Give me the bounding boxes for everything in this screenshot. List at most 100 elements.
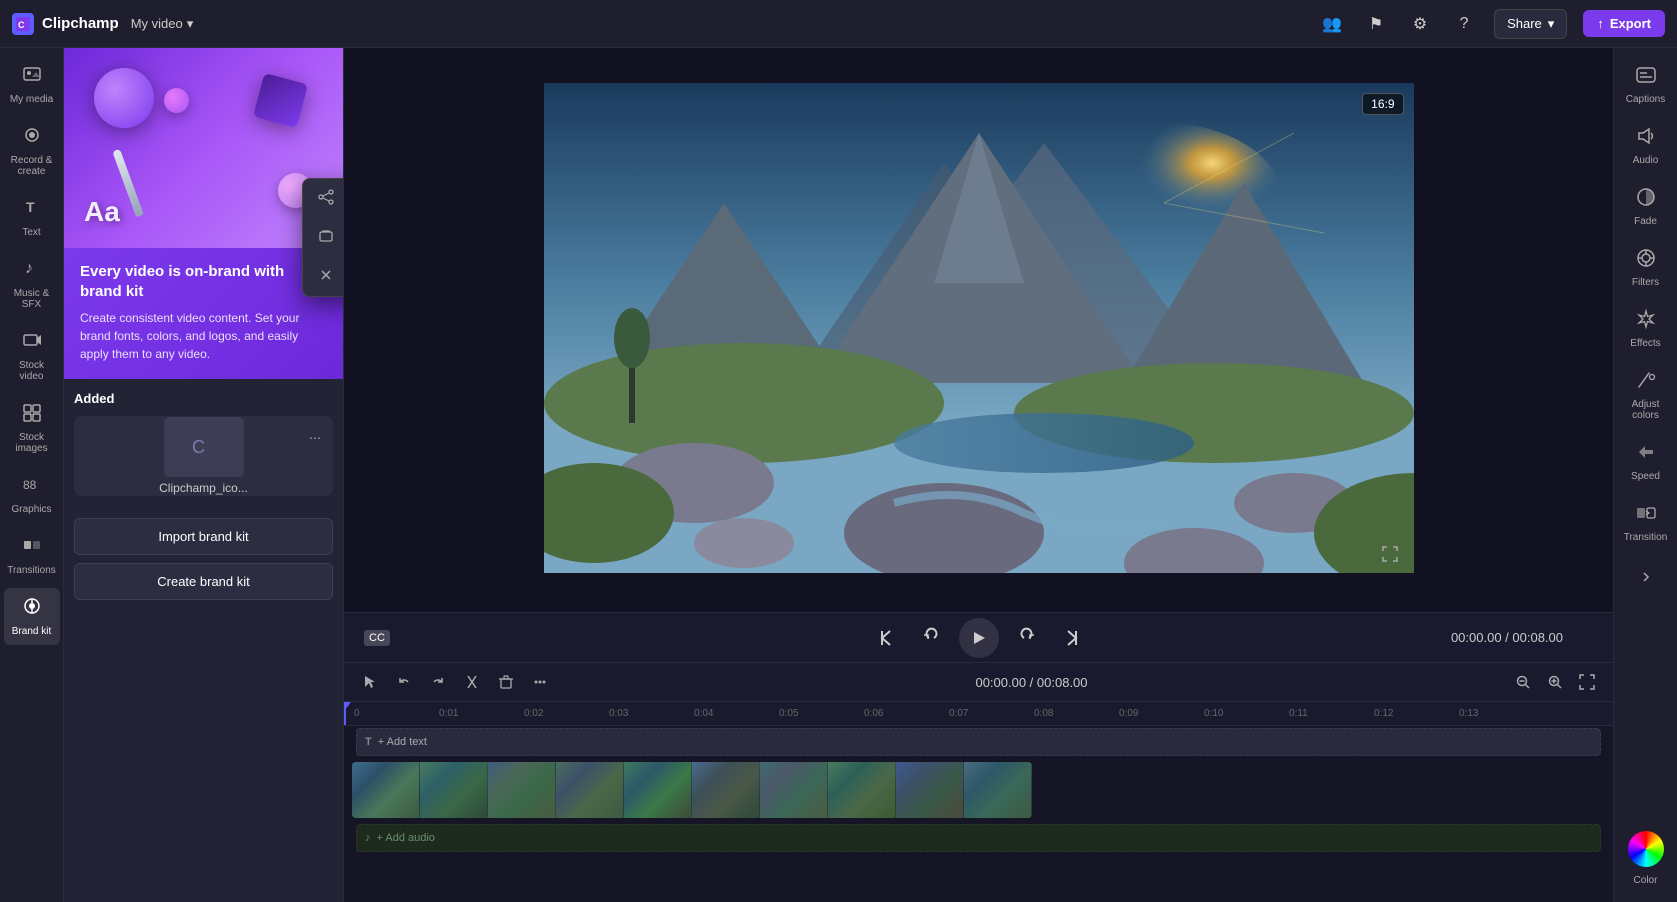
right-panel: Captions Audio Fade Filters Effects: [1613, 48, 1677, 902]
video-frame-svg: [544, 83, 1414, 573]
item-menu-button[interactable]: ...: [303, 422, 327, 446]
timeline-ruler: 0 0:01 0:02 0:03 0:04 0:05 0:06 0:07 0:0…: [344, 702, 1613, 726]
tool-undo[interactable]: [390, 668, 418, 696]
export-button[interactable]: ↑ Export: [1583, 10, 1665, 37]
center-area: 16:9 CC: [344, 48, 1613, 902]
video-thumbnail-strip: [352, 762, 1032, 818]
ruler-mark-1: 0:01: [437, 708, 522, 719]
fullscreen-button[interactable]: [1376, 540, 1404, 568]
right-tool-captions[interactable]: Captions: [1618, 56, 1674, 113]
sidebar-item-transitions[interactable]: Transitions: [4, 527, 60, 584]
people-icon-btn[interactable]: 👥: [1318, 10, 1346, 38]
cc-button[interactable]: CC: [364, 630, 390, 646]
collapse-right-panel[interactable]: [1618, 563, 1674, 591]
skip-back-button[interactable]: [871, 622, 903, 654]
sidebar-item-stock-images[interactable]: Stock images: [4, 394, 60, 462]
text-track: T + Add text: [344, 726, 1613, 758]
captions-icon: [1635, 64, 1657, 91]
promo-title: Every video is on-brand with brand kit: [80, 262, 327, 301]
tool-delete[interactable]: [492, 668, 520, 696]
add-audio-track[interactable]: ♪ + Add audio: [356, 824, 1601, 852]
right-tool-filters[interactable]: Filters: [1618, 239, 1674, 296]
tool-redo[interactable]: [424, 668, 452, 696]
context-menu-open[interactable]: Open locally: [303, 218, 344, 257]
right-tool-adjust-colors[interactable]: Adjust colors: [1618, 361, 1674, 429]
sidebar-label-stock-video: Stock video: [8, 360, 56, 382]
promo-tiny-sphere: [164, 88, 189, 113]
add-text-track[interactable]: T + Add text: [356, 728, 1601, 756]
video-thumb-8: [828, 762, 896, 818]
sidebar-item-graphics[interactable]: 88 Graphics: [4, 466, 60, 523]
audio-icon: [1635, 125, 1657, 152]
right-tool-effects[interactable]: Effects: [1618, 300, 1674, 357]
zoom-in-button[interactable]: [1541, 668, 1569, 696]
ruler-mark-6: 0:06: [862, 708, 947, 719]
context-menu-share[interactable]: Share: [303, 179, 344, 218]
project-title[interactable]: My video ▾: [131, 16, 194, 32]
settings-icon-btn[interactable]: ⚙: [1406, 10, 1434, 38]
right-tool-transition[interactable]: Transition: [1618, 494, 1674, 551]
video-thumb-7: [760, 762, 828, 818]
ruler-mark-0: 0: [352, 708, 437, 719]
panel-actions: Import brand kit Create brand kit: [64, 508, 343, 610]
color-wheel-button[interactable]: [1628, 831, 1664, 867]
timeline-area[interactable]: 0 0:01 0:02 0:03 0:04 0:05 0:06 0:07 0:0…: [344, 702, 1613, 902]
share-button[interactable]: Share ▾: [1494, 9, 1567, 39]
forward-button[interactable]: [1011, 622, 1043, 654]
right-tool-fade[interactable]: Fade: [1618, 178, 1674, 235]
topbar: C Clipchamp My video ▾ 👥 ⚑ ⚙ ? Share ▾ ↑…: [0, 0, 1677, 48]
effects-icon: [1635, 308, 1657, 335]
skip-forward-button[interactable]: [1055, 622, 1087, 654]
fit-timeline-button[interactable]: [1573, 668, 1601, 696]
text-track-icon: T: [365, 736, 372, 748]
topbar-right: 👥 ⚑ ⚙ ? Share ▾ ↑ Export: [1318, 9, 1665, 39]
added-item[interactable]: C Clipchamp_ico... ...: [74, 416, 333, 496]
timeline-time-display: 00:00.00 / 00:08.00: [560, 675, 1503, 690]
right-tool-speed[interactable]: Speed: [1618, 433, 1674, 490]
rewind-button[interactable]: [915, 622, 947, 654]
video-thumb-2: [420, 762, 488, 818]
sidebar-item-music-sfx[interactable]: ♪ Music & SFX: [4, 250, 60, 318]
play-button[interactable]: [959, 618, 999, 658]
speed-label: Speed: [1631, 471, 1660, 482]
adjust-colors-icon: [1635, 369, 1657, 396]
tool-select[interactable]: [356, 668, 384, 696]
zoom-out-button[interactable]: [1509, 668, 1537, 696]
context-menu-remove[interactable]: Remove from project: [303, 257, 344, 296]
tool-more[interactable]: [526, 668, 554, 696]
audio-track-label: + Add audio: [377, 832, 435, 844]
music-icon: ♪: [22, 258, 42, 283]
ruler-mark-11: 0:11: [1287, 708, 1372, 719]
captions-label: Captions: [1626, 94, 1665, 105]
video-thumb-1: [352, 762, 420, 818]
import-brand-kit-button[interactable]: Import brand kit: [74, 518, 333, 555]
ruler-mark-2: 0:02: [522, 708, 607, 719]
transition-icon: [1635, 502, 1657, 529]
video-preview: 16:9: [544, 83, 1414, 578]
sidebar-item-text[interactable]: T Text: [4, 189, 60, 246]
sidebar-item-record-create[interactable]: Record & create: [4, 117, 60, 185]
sidebar-label-music: Music & SFX: [8, 288, 56, 310]
added-label: Added: [74, 391, 333, 406]
sidebar-item-my-media[interactable]: My media: [4, 56, 60, 113]
video-thumb-5: [624, 762, 692, 818]
video-preview-container: 16:9: [344, 48, 1613, 612]
open-menu-icon: [317, 228, 335, 247]
app-icon: C: [12, 13, 34, 35]
ruler-mark-5: 0:05: [777, 708, 862, 719]
help-icon-btn[interactable]: ?: [1450, 10, 1478, 38]
sidebar-label-stock-images: Stock images: [8, 432, 56, 454]
fade-icon: [1635, 186, 1657, 213]
ruler-mark-8: 0:08: [1032, 708, 1117, 719]
sidebar-item-stock-video[interactable]: Stock video: [4, 322, 60, 390]
sidebar-label-graphics: Graphics: [11, 504, 51, 515]
timeline-playhead[interactable]: [344, 702, 346, 725]
sidebar-item-brand-kit[interactable]: Brand kit: [4, 588, 60, 645]
flag-icon-btn[interactable]: ⚑: [1362, 10, 1390, 38]
tool-cut[interactable]: [458, 668, 486, 696]
right-tool-audio[interactable]: Audio: [1618, 117, 1674, 174]
added-section: Added C Clipchamp_ico... ...: [64, 379, 343, 508]
create-brand-kit-button[interactable]: Create brand kit: [74, 563, 333, 600]
video-segment[interactable]: [352, 762, 1032, 818]
ruler-mark-10: 0:10: [1202, 708, 1287, 719]
